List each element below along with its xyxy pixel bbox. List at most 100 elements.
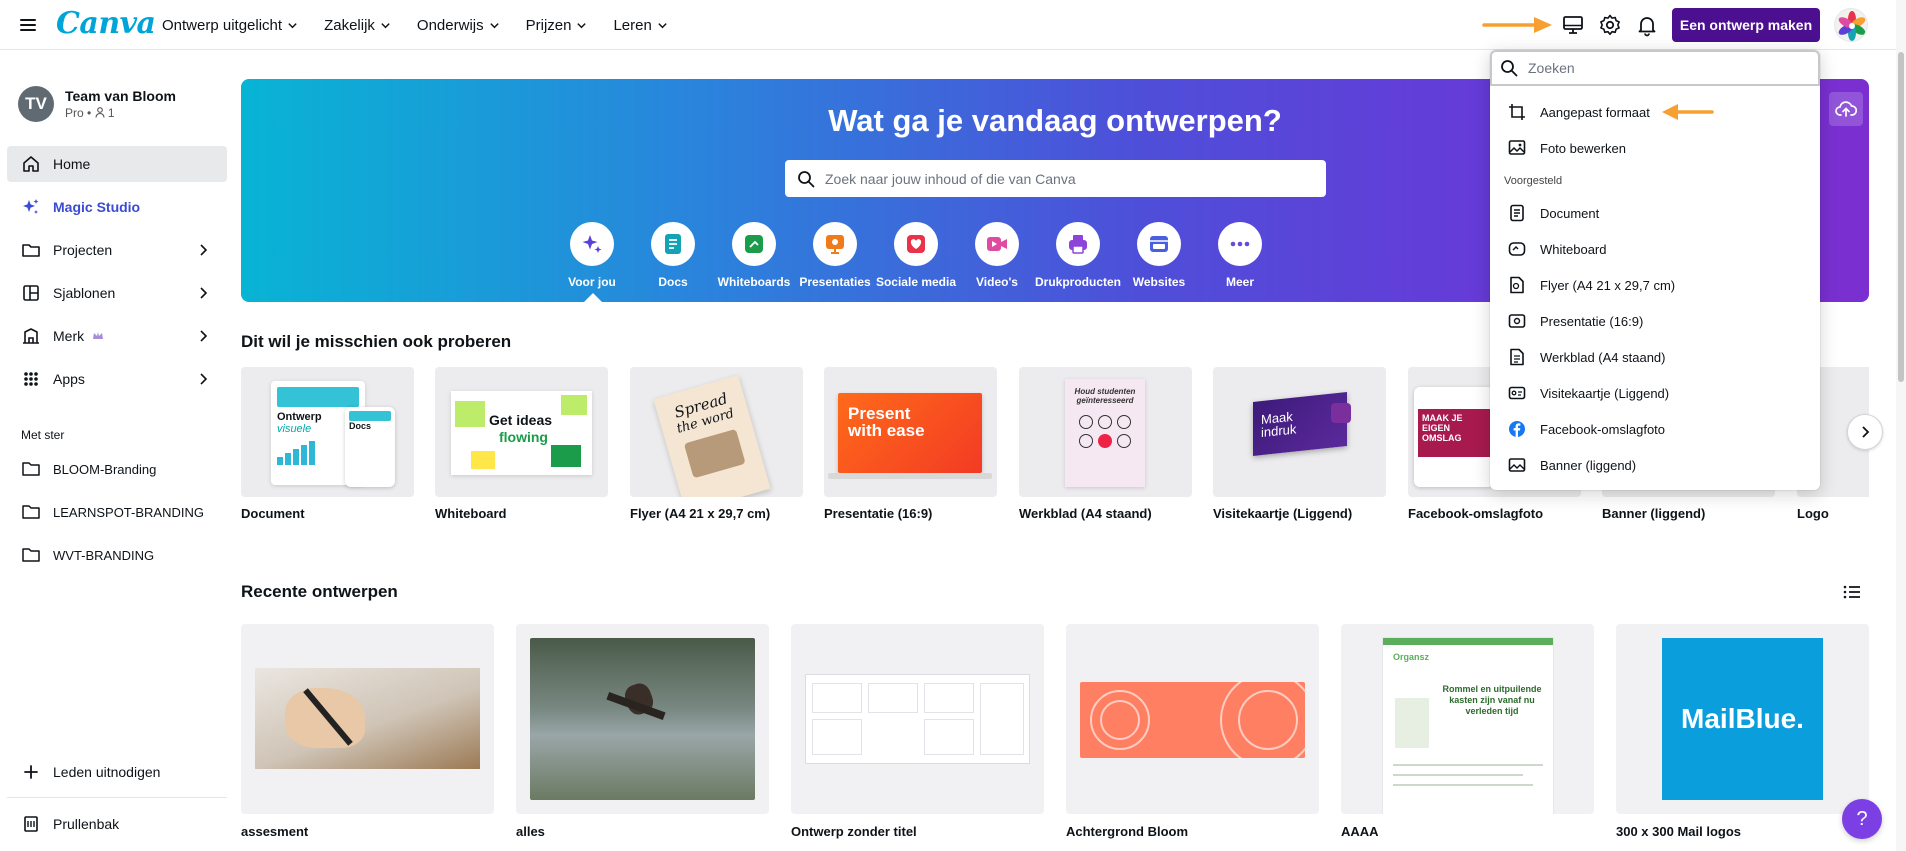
category-label: Video's bbox=[976, 275, 1018, 289]
starred-folder-wvt[interactable]: WVT-BRANDING bbox=[7, 537, 227, 573]
video-icon bbox=[975, 222, 1019, 266]
dropdown-item-flyer[interactable]: Flyer (A4 21 x 29,7 cm) bbox=[1498, 269, 1812, 301]
list-view-icon[interactable] bbox=[1842, 582, 1862, 602]
suggestion-label: Presentatie (16:9) bbox=[824, 506, 933, 521]
dropdown-item-facebook-omslagfoto[interactable]: Facebook-omslagfoto bbox=[1498, 413, 1812, 445]
recent-design-mailblue[interactable]: MailBlue. 300 x 300 Mail logos bbox=[1616, 624, 1869, 839]
suggestion-visitekaartje[interactable]: Maak indruk Visitekaartje (Liggend) bbox=[1213, 367, 1386, 521]
dropdown-search-input[interactable] bbox=[1528, 60, 1808, 76]
nav-label: Zakelijk bbox=[324, 16, 375, 34]
thumb-text: Rommel en uitpuilende bbox=[1442, 684, 1542, 694]
suggestion-thumbnail: Present with ease bbox=[824, 367, 997, 497]
top-bar: Canva Ontwerp uitgelicht Zakelijk Onderw… bbox=[0, 0, 1906, 50]
help-button[interactable]: ? bbox=[1842, 799, 1882, 839]
suggestion-whiteboard[interactable]: Get ideas flowing Whiteboard bbox=[435, 367, 608, 521]
sidebar-item-merk[interactable]: Merk bbox=[7, 318, 227, 354]
sparkle-icon bbox=[570, 222, 614, 266]
nav-label: Prijzen bbox=[525, 16, 572, 34]
nav-leren[interactable]: Leren bbox=[613, 17, 667, 34]
hero-search-input[interactable] bbox=[825, 170, 1305, 187]
recent-design-alles[interactable]: alles bbox=[516, 624, 769, 839]
dropdown-search-box[interactable] bbox=[1490, 50, 1820, 86]
dropdown-item-aangepast-formaat[interactable]: Aangepast formaat bbox=[1498, 96, 1812, 128]
nav-label: Leren bbox=[613, 16, 652, 34]
gear-icon[interactable] bbox=[1598, 13, 1622, 37]
category-drukproducten[interactable]: Drukproducten bbox=[1033, 222, 1123, 289]
recent-design-aaaa[interactable]: Organsz Rommel en uitpuilende kasten zij… bbox=[1341, 624, 1594, 839]
suggestion-label: Banner (liggend) bbox=[1602, 506, 1706, 521]
thumb-text: Get ideas bbox=[489, 412, 553, 428]
folder-icon bbox=[22, 548, 40, 562]
starred-folder-bloom[interactable]: BLOOM-Branding bbox=[7, 451, 227, 487]
chevron-down-icon bbox=[489, 22, 499, 28]
category-sociale-media[interactable]: Sociale media bbox=[871, 222, 961, 289]
nav-onderwijs[interactable]: Onderwijs bbox=[417, 17, 500, 34]
trash-button[interactable]: Prullenbak bbox=[7, 806, 227, 842]
nav-zakelijk[interactable]: Zakelijk bbox=[324, 17, 391, 34]
recent-design-assesment[interactable]: assesment bbox=[241, 624, 494, 839]
category-label: Voor jou bbox=[568, 275, 616, 289]
dropdown-item-foto-bewerken[interactable]: Foto bewerken bbox=[1498, 132, 1812, 164]
recent-design-ontwerp-zonder-titel[interactable]: Ontwerp zonder titel bbox=[791, 624, 1044, 839]
suggestion-label: Logo bbox=[1797, 506, 1829, 521]
category-docs[interactable]: Docs bbox=[628, 222, 718, 289]
suggestion-thumbnail: Maak indruk bbox=[1213, 367, 1386, 497]
desktop-icon[interactable] bbox=[1561, 14, 1585, 36]
starred-folder-learnspot[interactable]: LEARNSPOT-BRANDING bbox=[7, 494, 227, 530]
nav-prijzen[interactable]: Prijzen bbox=[526, 17, 588, 34]
dropdown-item-label: Visitekaartje (Liggend) bbox=[1540, 385, 1670, 401]
sidebar: TV Team van Bloom Pro • 1 Home Magic Stu… bbox=[0, 50, 236, 851]
dropdown-item-banner[interactable]: Banner (liggend) bbox=[1498, 449, 1812, 481]
suggestion-presentatie[interactable]: Present with ease Presentatie (16:9) bbox=[824, 367, 997, 521]
hero-search-box[interactable] bbox=[785, 160, 1326, 197]
canva-logo[interactable]: Canva bbox=[56, 6, 156, 41]
upload-button[interactable] bbox=[1829, 92, 1863, 126]
annotation-arrow-icon bbox=[1662, 104, 1714, 120]
sidebar-item-magic-studio[interactable]: Magic Studio bbox=[7, 189, 227, 225]
category-voor-jou[interactable]: Voor jou bbox=[547, 222, 637, 289]
suggestion-flyer[interactable]: Spread the word Flyer (A4 21 x 29,7 cm) bbox=[630, 367, 803, 521]
presentation-icon bbox=[813, 222, 857, 266]
category-whiteboards[interactable]: Whiteboards bbox=[709, 222, 799, 289]
user-avatar[interactable] bbox=[1834, 8, 1868, 42]
trash-icon bbox=[24, 816, 38, 832]
carousel-next-button[interactable] bbox=[1847, 414, 1883, 450]
sidebar-item-projecten[interactable]: Projecten bbox=[7, 232, 227, 268]
dropdown-item-visitekaartje[interactable]: Visitekaartje (Liggend) bbox=[1498, 377, 1812, 409]
recent-thumbnail: Organsz Rommel en uitpuilende kasten zij… bbox=[1341, 624, 1594, 814]
chevron-down-icon bbox=[577, 22, 587, 28]
create-design-button[interactable]: Een ontwerp maken bbox=[1672, 8, 1820, 42]
invite-members-button[interactable]: Leden uitnodigen bbox=[7, 754, 227, 790]
category-presentaties[interactable]: Presentaties bbox=[790, 222, 880, 289]
nav-ontwerp-uitgelicht[interactable]: Ontwerp uitgelicht bbox=[162, 17, 298, 34]
sidebar-item-sjablonen[interactable]: Sjablonen bbox=[7, 275, 227, 311]
dropdown-item-werkblad[interactable]: Werkblad (A4 staand) bbox=[1498, 341, 1812, 373]
suggestion-document[interactable]: Ontwerp visuele Docs Document bbox=[241, 367, 414, 521]
hamburger-icon[interactable] bbox=[16, 13, 40, 37]
sidebar-item-label: Home bbox=[53, 156, 91, 172]
dropdown-item-whiteboard[interactable]: Whiteboard bbox=[1498, 233, 1812, 265]
dropdown-item-document[interactable]: Document bbox=[1498, 197, 1812, 229]
dropdown-item-presentatie[interactable]: Presentatie (16:9) bbox=[1498, 305, 1812, 337]
folder-icon bbox=[22, 462, 40, 476]
starred-section-label: Met ster bbox=[21, 428, 65, 442]
category-meer[interactable]: Meer bbox=[1195, 222, 1285, 289]
suggestion-werkblad[interactable]: Houd studenten geïnteresseerd Werkblad (… bbox=[1019, 367, 1192, 521]
banner-icon bbox=[1508, 458, 1526, 472]
sidebar-item-apps[interactable]: Apps bbox=[7, 361, 227, 397]
category-websites[interactable]: Websites bbox=[1114, 222, 1204, 289]
scrollbar-thumb[interactable] bbox=[1898, 52, 1904, 382]
sidebar-item-label: Projecten bbox=[53, 242, 113, 258]
plus-icon bbox=[24, 765, 38, 779]
recent-design-label: alles bbox=[516, 824, 545, 839]
sidebar-item-label: Magic Studio bbox=[53, 199, 141, 215]
recent-design-achtergrond-bloom[interactable]: Achtergrond Bloom bbox=[1066, 624, 1319, 839]
category-videos[interactable]: Video's bbox=[952, 222, 1042, 289]
page-scrollbar[interactable] bbox=[1896, 0, 1906, 851]
recent-thumbnail bbox=[241, 624, 494, 814]
person-icon bbox=[94, 107, 105, 118]
bell-icon[interactable] bbox=[1635, 13, 1659, 37]
sidebar-item-home[interactable]: Home bbox=[7, 146, 227, 182]
home-icon bbox=[23, 156, 39, 172]
dropdown-item-label: Presentatie (16:9) bbox=[1540, 313, 1644, 329]
